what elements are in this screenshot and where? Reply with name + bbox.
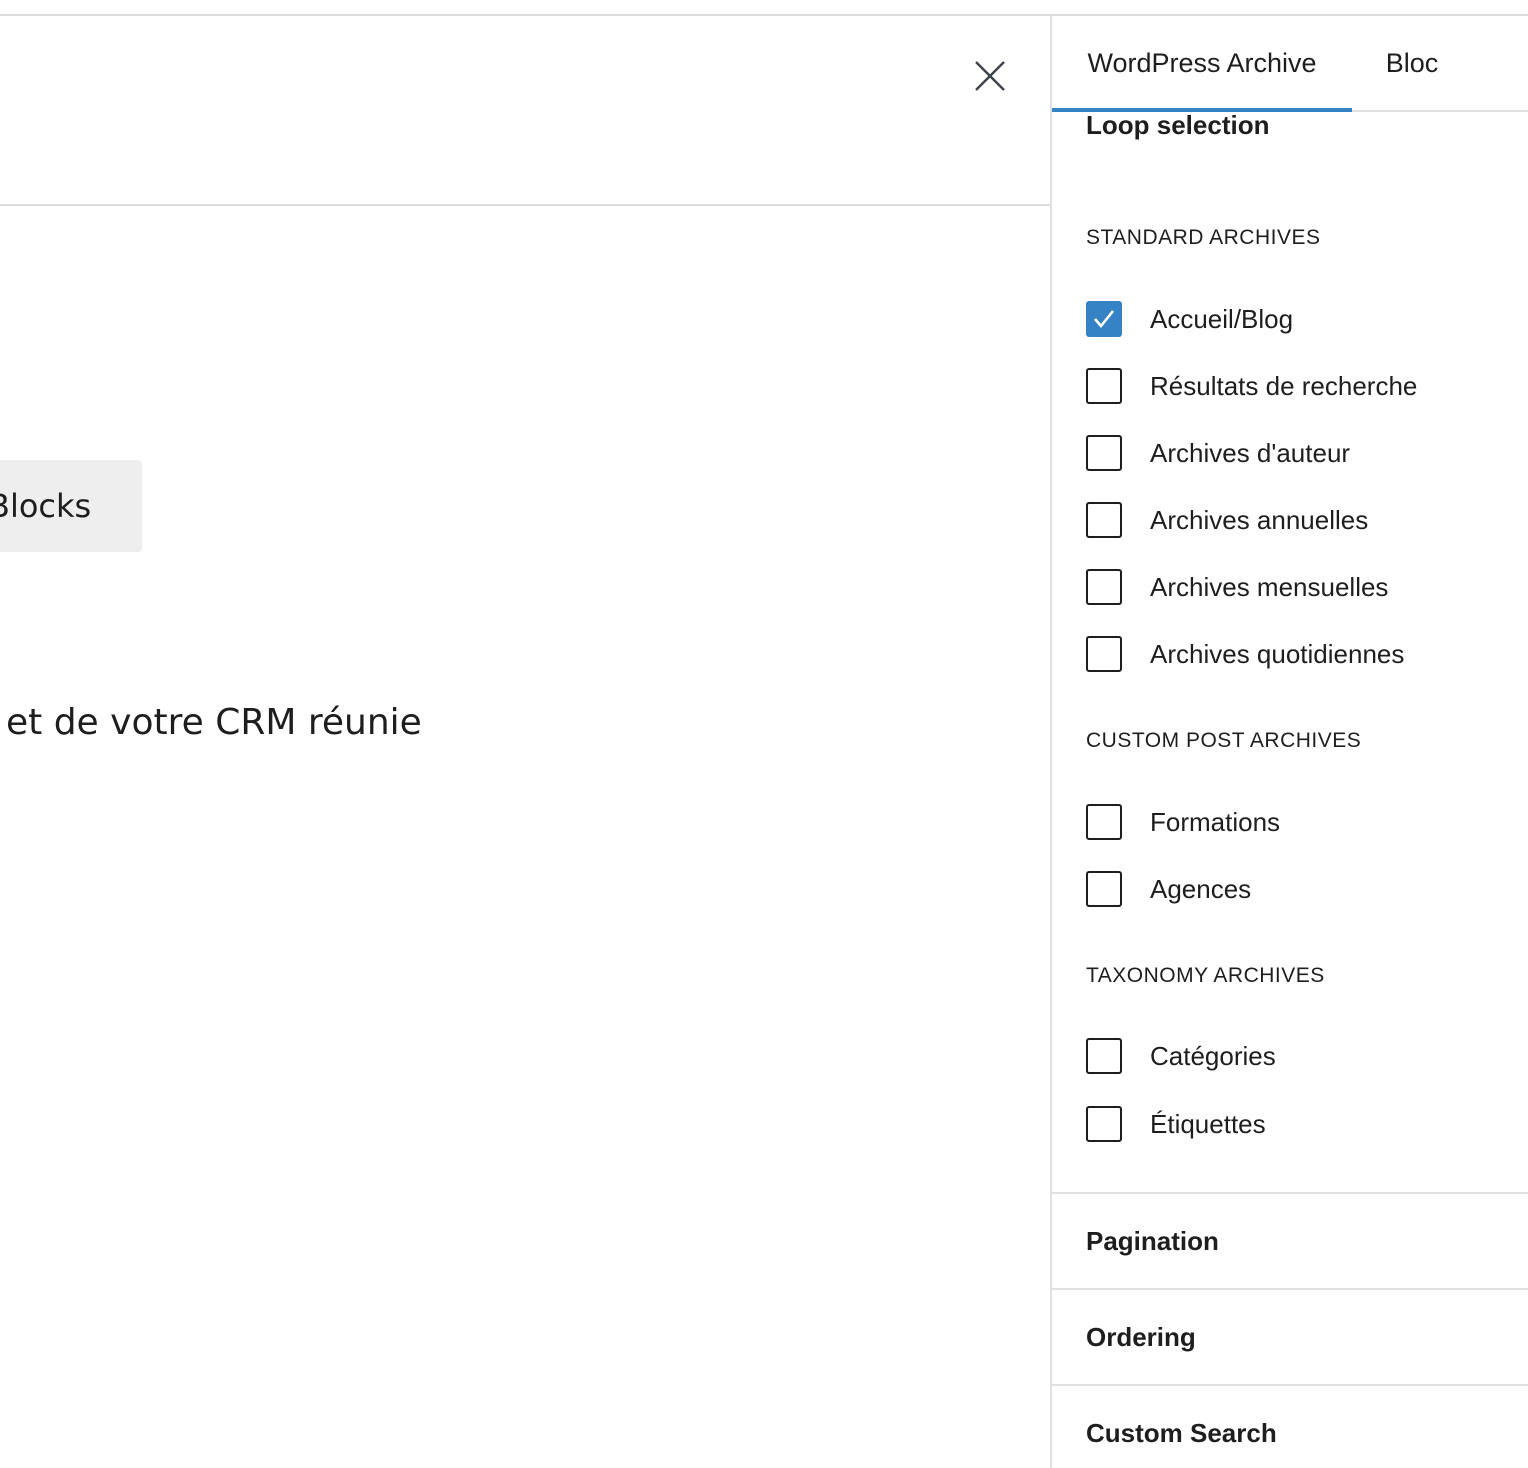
checkbox-label: Archives annuelles: [1150, 504, 1369, 535]
panel-ordering[interactable]: Ordering: [1052, 1290, 1528, 1384]
checkbox-box[interactable]: [1086, 1106, 1122, 1142]
checkbox-etiquettes[interactable]: Étiquettes: [1086, 1104, 1266, 1144]
checkbox-box[interactable]: [1086, 435, 1122, 471]
tab-label: WordPress Archive: [1087, 47, 1317, 78]
standard-archives-heading: STANDARD ARCHIVES: [1086, 226, 1321, 249]
checkbox-box[interactable]: [1086, 368, 1122, 404]
checkbox-label: Formations: [1150, 806, 1281, 837]
checkbox-box[interactable]: [1086, 1038, 1122, 1074]
checkbox-box[interactable]: [1086, 636, 1122, 672]
tab-bloc[interactable]: Bloc: [1352, 16, 1472, 110]
taxonomy-archives-heading: TAXONOMY ARCHIVES: [1086, 964, 1325, 987]
editor-canvas: Blocks et de votre CRM réunie: [0, 16, 1050, 1468]
content-text: et de votre CRM réunie: [6, 702, 422, 743]
checkmark-icon: [1094, 310, 1115, 329]
checkbox-archives-mensuelles[interactable]: Archives mensuelles: [1086, 567, 1388, 607]
panel-label: Ordering: [1086, 1321, 1196, 1352]
checkbox-archives-auteur[interactable]: Archives d'auteur: [1086, 433, 1350, 473]
checkbox-box[interactable]: [1086, 502, 1122, 538]
checkbox-label: Archives quotidiennes: [1150, 638, 1405, 669]
checkbox-box[interactable]: [1086, 871, 1122, 907]
checkbox-agences[interactable]: Agences: [1086, 869, 1251, 909]
close-button[interactable]: [962, 54, 1018, 98]
blocks-button[interactable]: Blocks: [0, 460, 142, 552]
checkbox-box[interactable]: [1086, 804, 1122, 840]
tab-wordpress-archive[interactable]: WordPress Archive: [1052, 16, 1352, 112]
checkbox-label: Étiquettes: [1150, 1108, 1266, 1139]
loop-selection-title: Loop selection: [1086, 110, 1270, 140]
checkbox-label: Archives d'auteur: [1150, 437, 1351, 468]
panel-label: Custom Search: [1086, 1417, 1277, 1448]
checkbox-label: Catégories: [1150, 1040, 1276, 1071]
sidebar-tabs: WordPress Archive Bloc: [1052, 16, 1528, 112]
tab-label: Bloc: [1385, 47, 1439, 78]
checkbox-label: Résultats de recherche: [1150, 370, 1418, 401]
checkbox-label: Agences: [1150, 873, 1252, 904]
checkbox-box[interactable]: [1086, 301, 1122, 337]
checkbox-formations[interactable]: Formations: [1086, 802, 1280, 842]
panel-label: Pagination: [1086, 1225, 1219, 1256]
blocks-button-label: Blocks: [0, 487, 92, 525]
checkbox-categories[interactable]: Catégories: [1086, 1036, 1276, 1076]
checkbox-label: Archives mensuelles: [1150, 571, 1389, 602]
checkbox-resultats-de-recherche[interactable]: Résultats de recherche: [1086, 366, 1417, 406]
checkbox-archives-annuelles[interactable]: Archives annuelles: [1086, 500, 1368, 540]
checkbox-accueil-blog[interactable]: Accueil/Blog: [1086, 299, 1293, 339]
editor-header: [0, 16, 1050, 206]
close-icon: [975, 61, 1005, 91]
panel-custom-search[interactable]: Custom Search: [1052, 1386, 1528, 1468]
custom-post-archives-heading: CUSTOM POST ARCHIVES: [1086, 729, 1362, 752]
settings-sidebar: WordPress Archive Bloc Loop selection ST…: [1050, 16, 1528, 1468]
panel-pagination[interactable]: Pagination: [1052, 1194, 1528, 1288]
checkbox-label: Accueil/Blog: [1150, 303, 1294, 334]
checkbox-box[interactable]: [1086, 569, 1122, 605]
checkbox-archives-quotidiennes[interactable]: Archives quotidiennes: [1086, 634, 1404, 674]
